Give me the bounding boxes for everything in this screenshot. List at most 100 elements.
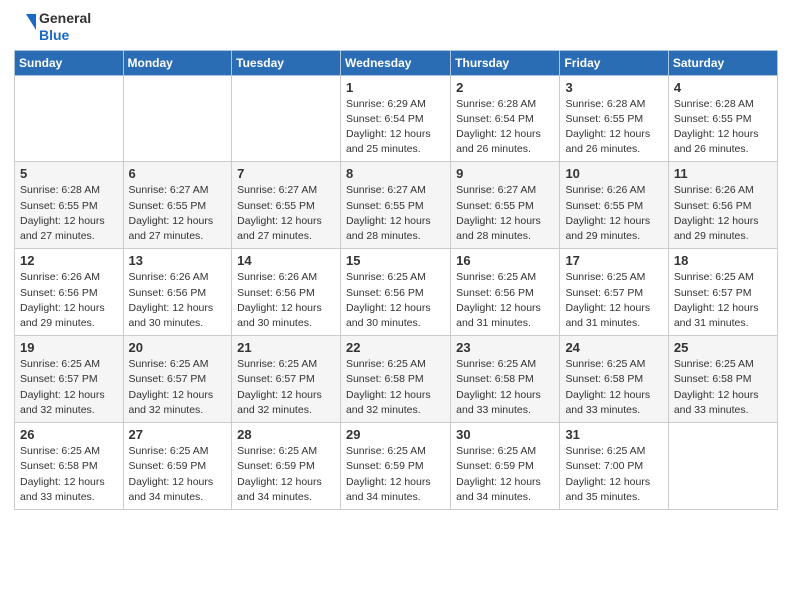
calendar-cell: 3 Sunrise: 6:28 AMSunset: 6:55 PMDaylight… — [560, 75, 668, 162]
day-info: Sunrise: 6:27 AMSunset: 6:55 PMDaylight:… — [129, 183, 228, 244]
calendar-week-row: 1Sunrise: 6:29 AMSunset: 6:54 PMDaylight… — [15, 75, 778, 162]
logo: GeneralBlue — [14, 10, 91, 44]
calendar-cell: 28 Sunrise: 6:25 AMSunset: 6:59 PMDayligh… — [232, 423, 341, 510]
day-info: Sunrise: 6:26 AMSunset: 6:56 PMDaylight:… — [129, 270, 228, 331]
day-number: 24 — [565, 340, 663, 355]
day-info: Sunrise: 6:25 AMSunset: 6:59 PMDaylight:… — [346, 444, 446, 505]
day-of-week-header: Tuesday — [232, 50, 341, 75]
day-info: Sunrise: 6:26 AMSunset: 6:56 PMDaylight:… — [237, 270, 336, 331]
calendar-cell: 11 Sunrise: 6:26 AMSunset: 6:56 PMDayligh… — [668, 162, 777, 249]
calendar-week-row: 12 Sunrise: 6:26 AMSunset: 6:56 PMDayligh… — [15, 249, 778, 336]
day-info: Sunrise: 6:25 AMSunset: 6:59 PMDaylight:… — [456, 444, 555, 505]
calendar-cell: 24Sunrise: 6:25 AMSunset: 6:58 PMDayligh… — [560, 336, 668, 423]
calendar-cell: 14 Sunrise: 6:26 AMSunset: 6:56 PMDayligh… — [232, 249, 341, 336]
day-info: Sunrise: 6:25 AMSunset: 6:57 PMDaylight:… — [565, 270, 663, 331]
day-info: Sunrise: 6:25 AMSunset: 6:56 PMDaylight:… — [346, 270, 446, 331]
calendar-cell: 26 Sunrise: 6:25 AMSunset: 6:58 PMDayligh… — [15, 423, 124, 510]
day-number: 27 — [129, 427, 228, 442]
calendar-cell: 21 Sunrise: 6:25 AMSunset: 6:57 PMDayligh… — [232, 336, 341, 423]
day-info: Sunrise: 6:25 AMSunset: 6:58 PMDaylight:… — [674, 357, 773, 418]
calendar-cell: 1Sunrise: 6:29 AMSunset: 6:54 PMDaylight… — [340, 75, 450, 162]
day-number: 15 — [346, 253, 446, 268]
calendar-cell: 2 Sunrise: 6:28 AMSunset: 6:54 PMDaylight… — [451, 75, 560, 162]
day-number: 2 — [456, 80, 555, 95]
day-info: Sunrise: 6:25 AMSunset: 7:00 PMDaylight:… — [565, 444, 663, 505]
day-number: 16 — [456, 253, 555, 268]
calendar-week-row: 26 Sunrise: 6:25 AMSunset: 6:58 PMDayligh… — [15, 423, 778, 510]
calendar-cell: 20Sunrise: 6:25 AMSunset: 6:57 PMDayligh… — [123, 336, 232, 423]
calendar-cell: 27Sunrise: 6:25 AMSunset: 6:59 PMDayligh… — [123, 423, 232, 510]
day-of-week-header: Saturday — [668, 50, 777, 75]
header: GeneralBlue — [14, 10, 778, 44]
day-number: 18 — [674, 253, 773, 268]
calendar-week-row: 5 Sunrise: 6:28 AMSunset: 6:55 PMDaylight… — [15, 162, 778, 249]
day-number: 1 — [346, 80, 446, 95]
calendar-table: SundayMondayTuesdayWednesdayThursdayFrid… — [14, 50, 778, 510]
calendar-cell: 29 Sunrise: 6:25 AMSunset: 6:59 PMDayligh… — [340, 423, 450, 510]
day-number: 10 — [565, 166, 663, 181]
day-number: 17 — [565, 253, 663, 268]
day-number: 31 — [565, 427, 663, 442]
day-info: Sunrise: 6:25 AMSunset: 6:56 PMDaylight:… — [456, 270, 555, 331]
calendar-cell: 30 Sunrise: 6:25 AMSunset: 6:59 PMDayligh… — [451, 423, 560, 510]
calendar-cell: 15 Sunrise: 6:25 AMSunset: 6:56 PMDayligh… — [340, 249, 450, 336]
day-info: Sunrise: 6:25 AMSunset: 6:58 PMDaylight:… — [20, 444, 119, 505]
calendar-cell: 10 Sunrise: 6:26 AMSunset: 6:55 PMDayligh… — [560, 162, 668, 249]
calendar-cell: 4 Sunrise: 6:28 AMSunset: 6:55 PMDaylight… — [668, 75, 777, 162]
calendar-cell: 5 Sunrise: 6:28 AMSunset: 6:55 PMDaylight… — [15, 162, 124, 249]
calendar-cell: 25Sunrise: 6:25 AMSunset: 6:58 PMDayligh… — [668, 336, 777, 423]
calendar-page: GeneralBlue SundayMondayTuesdayWednesday… — [0, 0, 792, 612]
day-number: 21 — [237, 340, 336, 355]
day-info: Sunrise: 6:26 AMSunset: 6:56 PMDaylight:… — [20, 270, 119, 331]
day-info: Sunrise: 6:26 AMSunset: 6:56 PMDaylight:… — [674, 183, 773, 244]
calendar-cell: 6Sunrise: 6:27 AMSunset: 6:55 PMDaylight… — [123, 162, 232, 249]
calendar-cell — [668, 423, 777, 510]
day-number: 3 — [565, 80, 663, 95]
day-number: 13 — [129, 253, 228, 268]
calendar-cell: 13 Sunrise: 6:26 AMSunset: 6:56 PMDayligh… — [123, 249, 232, 336]
day-info: Sunrise: 6:25 AMSunset: 6:57 PMDaylight:… — [237, 357, 336, 418]
calendar-cell: 9Sunrise: 6:27 AMSunset: 6:55 PMDaylight… — [451, 162, 560, 249]
day-number: 5 — [20, 166, 119, 181]
day-info: Sunrise: 6:27 AMSunset: 6:55 PMDaylight:… — [237, 183, 336, 244]
logo-icon — [14, 12, 36, 42]
day-number: 19 — [20, 340, 119, 355]
day-info: Sunrise: 6:25 AMSunset: 6:58 PMDaylight:… — [346, 357, 446, 418]
day-info: Sunrise: 6:28 AMSunset: 6:55 PMDaylight:… — [565, 97, 663, 158]
day-of-week-header: Sunday — [15, 50, 124, 75]
day-of-week-header: Wednesday — [340, 50, 450, 75]
day-number: 29 — [346, 427, 446, 442]
calendar-cell: 18Sunrise: 6:25 AMSunset: 6:57 PMDayligh… — [668, 249, 777, 336]
day-number: 9 — [456, 166, 555, 181]
day-info: Sunrise: 6:27 AMSunset: 6:55 PMDaylight:… — [346, 183, 446, 244]
calendar-cell: 23Sunrise: 6:25 AMSunset: 6:58 PMDayligh… — [451, 336, 560, 423]
day-info: Sunrise: 6:28 AMSunset: 6:55 PMDaylight:… — [674, 97, 773, 158]
calendar-cell: 19 Sunrise: 6:25 AMSunset: 6:57 PMDayligh… — [15, 336, 124, 423]
logo-text-block: GeneralBlue — [39, 10, 91, 44]
day-number: 26 — [20, 427, 119, 442]
day-number: 22 — [346, 340, 446, 355]
calendar-cell — [123, 75, 232, 162]
day-of-week-header: Monday — [123, 50, 232, 75]
day-info: Sunrise: 6:25 AMSunset: 6:57 PMDaylight:… — [20, 357, 119, 418]
logo-text: GeneralBlue — [14, 10, 91, 44]
day-number: 12 — [20, 253, 119, 268]
calendar-cell: 31 Sunrise: 6:25 AMSunset: 7:00 PMDayligh… — [560, 423, 668, 510]
day-number: 14 — [237, 253, 336, 268]
day-number: 4 — [674, 80, 773, 95]
day-of-week-header: Friday — [560, 50, 668, 75]
calendar-cell: 8 Sunrise: 6:27 AMSunset: 6:55 PMDaylight… — [340, 162, 450, 249]
day-info: Sunrise: 6:28 AMSunset: 6:54 PMDaylight:… — [456, 97, 555, 158]
calendar-cell: 16 Sunrise: 6:25 AMSunset: 6:56 PMDayligh… — [451, 249, 560, 336]
day-info: Sunrise: 6:25 AMSunset: 6:59 PMDaylight:… — [237, 444, 336, 505]
day-info: Sunrise: 6:26 AMSunset: 6:55 PMDaylight:… — [565, 183, 663, 244]
day-number: 11 — [674, 166, 773, 181]
day-number: 20 — [129, 340, 228, 355]
calendar-cell — [15, 75, 124, 162]
day-number: 8 — [346, 166, 446, 181]
day-number: 30 — [456, 427, 555, 442]
calendar-cell: 22 Sunrise: 6:25 AMSunset: 6:58 PMDayligh… — [340, 336, 450, 423]
day-info: Sunrise: 6:25 AMSunset: 6:58 PMDaylight:… — [456, 357, 555, 418]
day-number: 28 — [237, 427, 336, 442]
day-info: Sunrise: 6:28 AMSunset: 6:55 PMDaylight:… — [20, 183, 119, 244]
